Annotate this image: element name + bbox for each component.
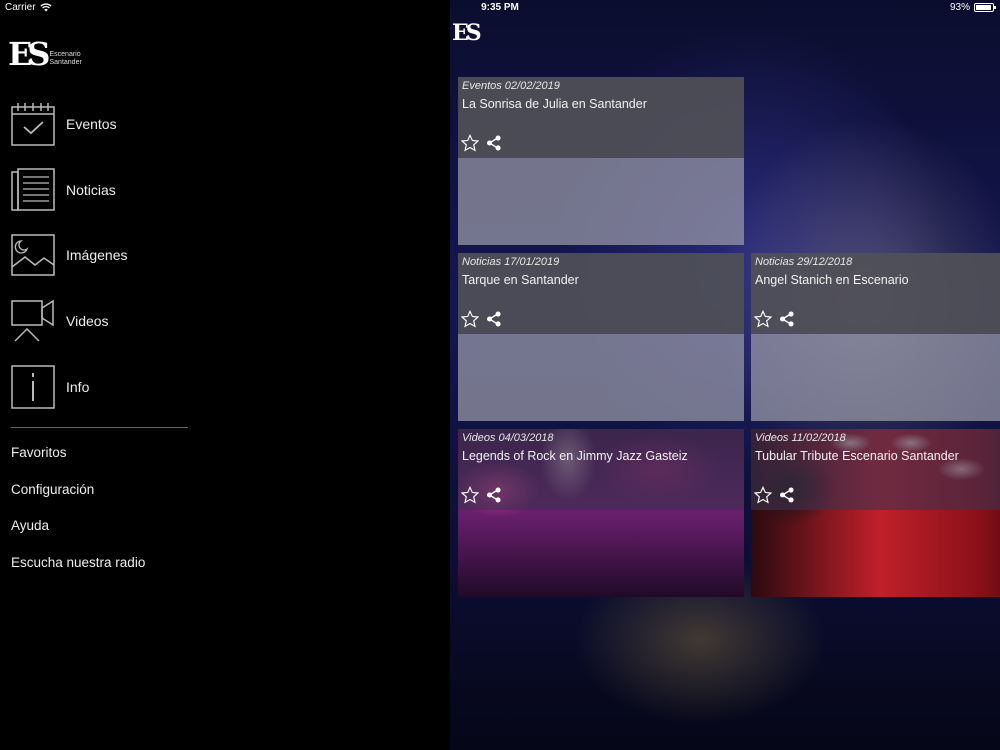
link-favoritos[interactable]: Favoritos	[11, 445, 67, 460]
menu-item-imagenes[interactable]: Imágenes	[11, 233, 127, 277]
logo-wordmark: Escenario Santander	[50, 51, 82, 67]
card-category-date: Videos 04/03/2018	[462, 432, 554, 444]
menu-label: Info	[66, 379, 90, 395]
status-bar: Carrier 9:35 PM 93%	[0, 0, 1000, 16]
card-category-date: Noticias 17/01/2019	[462, 256, 560, 268]
video-card[interactable]: Videos 11/02/2018 Tubular Tribute Escena…	[751, 429, 1000, 597]
card-title: Tubular Tribute Escenario Santander	[755, 449, 959, 463]
menu-item-eventos[interactable]: Eventos	[11, 102, 117, 146]
star-icon[interactable]	[754, 486, 772, 504]
star-icon[interactable]	[461, 310, 479, 328]
menu-item-videos[interactable]: Videos	[11, 299, 109, 343]
header-logo[interactable]: ES	[452, 20, 482, 46]
card-category-date: Eventos 02/02/2019	[462, 80, 560, 92]
card-title: Legends of Rock en Jimmy Jazz Gasteiz	[462, 449, 688, 463]
card-actions	[461, 486, 503, 504]
news-card[interactable]: Noticias 29/12/2018 Angel Stanich en Esc…	[751, 253, 1000, 421]
share-icon[interactable]	[485, 310, 503, 328]
card-actions	[461, 134, 503, 152]
card-category-date: Videos 11/02/2018	[755, 432, 846, 444]
menu-label: Videos	[66, 313, 109, 329]
menu-divider	[11, 427, 188, 428]
link-ayuda[interactable]: Ayuda	[11, 518, 49, 533]
card-image-placeholder	[458, 334, 744, 421]
info-icon	[11, 365, 55, 409]
content-area: ES Eventos 02/02/2019 La Sonrisa de Juli…	[450, 0, 1000, 750]
newspaper-icon	[11, 168, 55, 211]
star-icon[interactable]	[754, 310, 772, 328]
card-header: Noticias 17/01/2019 Tarque en Santander	[458, 253, 744, 334]
share-icon[interactable]	[778, 310, 796, 328]
battery-level	[976, 5, 991, 10]
logo-mark: ES	[8, 35, 50, 73]
card-category-date: Noticias 29/12/2018	[755, 256, 853, 268]
video-camera-icon	[11, 299, 54, 342]
side-menu: ES Escenario Santander Eventos Noticias …	[0, 0, 450, 750]
card-header: Eventos 02/02/2019 La Sonrisa de Julia e…	[458, 77, 744, 158]
card-image-placeholder	[751, 334, 1000, 421]
card-actions	[461, 310, 503, 328]
battery-icon	[974, 3, 996, 12]
menu-item-noticias[interactable]: Noticias	[11, 168, 116, 212]
logo-line-2: Santander	[49, 59, 82, 66]
star-icon[interactable]	[461, 486, 479, 504]
star-icon[interactable]	[461, 134, 479, 152]
link-radio[interactable]: Escucha nuestra radio	[11, 555, 145, 570]
card-header: Videos 04/03/2018 Legends of Rock en Jim…	[458, 429, 744, 510]
card-title: Tarque en Santander	[462, 273, 579, 287]
status-time: 9:35 PM	[481, 2, 519, 13]
card-actions	[754, 310, 796, 328]
link-configuracion[interactable]: Configuración	[11, 482, 94, 497]
menu-label: Imágenes	[66, 247, 128, 263]
app-logo[interactable]: ES Escenario Santander	[8, 38, 82, 70]
card-title: Angel Stanich en Escenario	[755, 273, 909, 287]
card-header: Videos 11/02/2018 Tubular Tribute Escena…	[751, 429, 1000, 510]
menu-label: Noticias	[66, 182, 116, 198]
share-icon[interactable]	[778, 486, 796, 504]
status-right: 93%	[949, 2, 996, 13]
calendar-icon	[11, 103, 55, 146]
video-card[interactable]: Videos 04/03/2018 Legends of Rock en Jim…	[458, 429, 744, 597]
menu-label: Eventos	[66, 116, 117, 132]
battery-percent: 93%	[949, 2, 970, 13]
card-actions	[754, 486, 796, 504]
card-image-placeholder	[458, 158, 744, 245]
logo-line-1: Escenario	[49, 51, 81, 58]
card-title: La Sonrisa de Julia en Santander	[462, 97, 647, 111]
share-icon[interactable]	[485, 486, 503, 504]
news-card[interactable]: Eventos 02/02/2019 La Sonrisa de Julia e…	[458, 77, 744, 245]
menu-item-info[interactable]: Info	[11, 365, 89, 409]
news-card[interactable]: Noticias 17/01/2019 Tarque en Santander	[458, 253, 744, 421]
card-header: Noticias 29/12/2018 Angel Stanich en Esc…	[751, 253, 1000, 334]
share-icon[interactable]	[485, 134, 503, 152]
image-icon	[11, 234, 55, 276]
